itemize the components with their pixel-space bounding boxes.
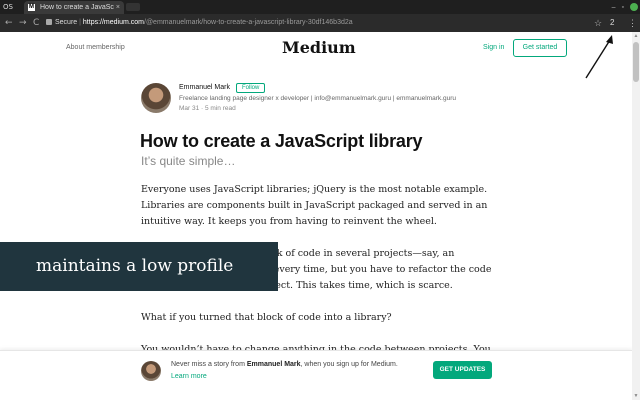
scroll-down-icon[interactable]: ▼ [633, 393, 639, 399]
medium-logo[interactable]: Medium [282, 38, 356, 57]
lock-icon [46, 19, 52, 25]
tab-title: How to create a JavaSc [40, 4, 114, 11]
tab-bar: OS M How to create a JavaSc × – ▫ [0, 0, 640, 14]
forward-icon[interactable]: → [19, 17, 27, 29]
url-host: medium.com [103, 19, 144, 26]
extension-badge[interactable]: 2 [610, 17, 614, 29]
banner-author-name: Emmanuel Mark [246, 361, 301, 368]
banner-text-suffix: , when you sign up for Medium. [300, 361, 398, 368]
get-updates-button[interactable]: GET UPDATES [433, 361, 492, 379]
url-scheme: https:// [82, 19, 104, 26]
page-scrollbar[interactable]: ▲ ▼ [632, 32, 640, 400]
browser-menu-icon[interactable]: ⋮ [628, 17, 637, 29]
address-bar[interactable]: Secure | https://medium.com/@emmanuelmar… [46, 16, 610, 30]
annotation-arrow-icon [585, 35, 613, 79]
back-icon[interactable]: ← [5, 17, 13, 29]
article-subtitle: It’s quite simple… [141, 154, 236, 168]
overlay-caption: maintains a low profile [36, 256, 234, 276]
paragraph-1: Everyone uses JavaScript libraries; jQue… [141, 184, 488, 227]
author-name[interactable]: Emmanuel Mark [179, 84, 230, 91]
tab-close-icon[interactable]: × [116, 1, 120, 14]
get-started-button[interactable]: Get started [513, 39, 567, 57]
maximize-icon[interactable]: ▫ [622, 4, 624, 11]
reload-icon[interactable]: C [33, 17, 39, 29]
signup-banner: Never miss a story from Emmanuel Mark, w… [0, 350, 632, 400]
banner-avatar [141, 361, 161, 381]
secure-label: Secure [55, 19, 78, 26]
os-logo-icon: OS [3, 3, 13, 11]
about-membership-link[interactable]: About membership [66, 44, 125, 51]
learn-more-link[interactable]: Learn more [171, 373, 207, 380]
scroll-up-icon[interactable]: ▲ [633, 33, 639, 39]
bookmark-star-icon[interactable]: ☆ [594, 17, 602, 29]
window-controls: – ▫ [612, 1, 638, 13]
close-window-icon[interactable] [630, 3, 638, 11]
page-content: About membership Medium Sign in Get star… [0, 32, 632, 400]
url-path: /@emmanuelmark/how-to-create-a-javascrip… [144, 19, 353, 26]
overlay-caption-box: maintains a low profile [0, 242, 278, 291]
new-tab-button[interactable] [126, 3, 140, 11]
follow-button[interactable]: Follow [236, 83, 266, 93]
article-meta: Mar 31 · 5 min read [179, 105, 236, 112]
author-avatar[interactable] [141, 83, 171, 113]
banner-text: Never miss a story from Emmanuel Mark, w… [171, 359, 411, 383]
medium-favicon-icon: M [28, 4, 35, 11]
sign-in-link[interactable]: Sign in [483, 44, 504, 51]
banner-text-prefix: Never miss a story from [171, 361, 247, 368]
paragraph-3: What if you turned that block of code in… [141, 312, 392, 323]
scroll-thumb[interactable] [633, 42, 639, 82]
minimize-icon[interactable]: – [612, 4, 616, 11]
article-title: How to create a JavaScript library [140, 131, 423, 151]
browser-toolbar: ← → C Secure | https://medium.com/@emman… [0, 14, 640, 32]
browser-tab[interactable]: M How to create a JavaSc × [24, 1, 124, 14]
author-bio: Freelance landing page designer x develo… [179, 95, 456, 102]
